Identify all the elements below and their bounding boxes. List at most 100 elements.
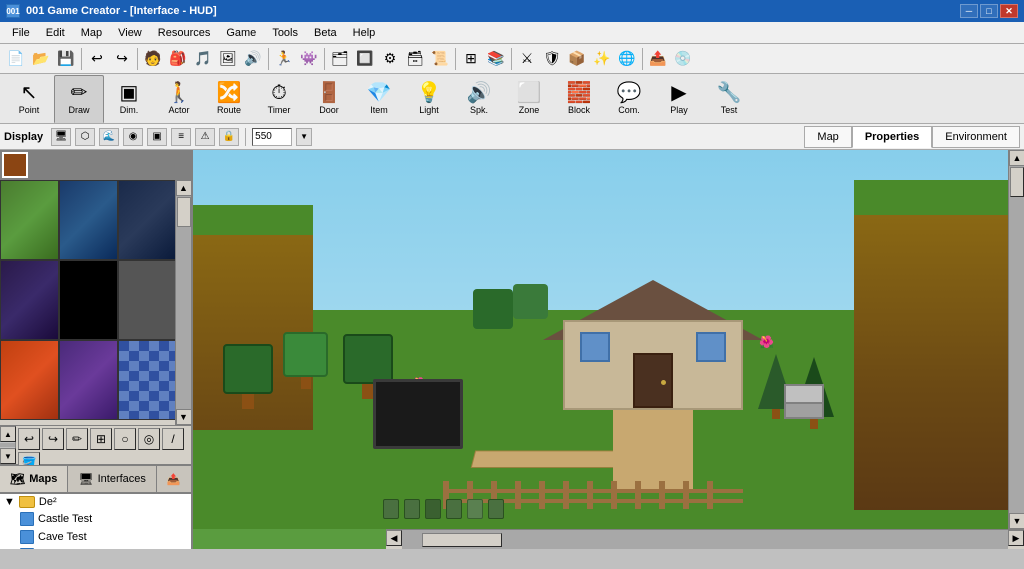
circle-btn[interactable]: ○: [114, 428, 136, 450]
menu-game[interactable]: Game: [218, 25, 264, 41]
tb-music[interactable]: 🎵: [191, 47, 215, 71]
menu-help[interactable]: Help: [345, 25, 384, 41]
display-lock[interactable]: 🔒: [219, 128, 239, 146]
tile-cell[interactable]: [0, 340, 59, 420]
select-btn[interactable]: ⊞: [90, 428, 112, 450]
tb-hero[interactable]: 🏃: [272, 47, 296, 71]
zoom-input[interactable]: [252, 128, 292, 146]
tile-cell[interactable]: [118, 340, 177, 420]
tool-route[interactable]: 🔀 Route: [204, 75, 254, 123]
minimize-button[interactable]: ─: [960, 4, 978, 18]
left-scroll-up[interactable]: ▲: [0, 426, 16, 442]
tile-scroll-down[interactable]: ▼: [176, 409, 192, 425]
tool-draw[interactable]: ✏ Draw: [54, 75, 104, 123]
tree-folder-root[interactable]: ▼ De²: [0, 494, 191, 510]
menu-edit[interactable]: Edit: [38, 25, 73, 41]
menu-file[interactable]: File: [4, 25, 38, 41]
display-btn2[interactable]: ⬡: [75, 128, 95, 146]
tool-play[interactable]: ▶ Play: [654, 75, 704, 123]
vscroll-thumb[interactable]: [1010, 167, 1024, 197]
tb-export[interactable]: 📤: [646, 47, 670, 71]
tb-globe[interactable]: 🌐: [615, 47, 639, 71]
tool-point[interactable]: ↖ Point: [4, 75, 54, 123]
left-scroll-down[interactable]: ▼: [0, 448, 16, 464]
menu-resources[interactable]: Resources: [150, 25, 219, 41]
line-btn[interactable]: /: [162, 428, 184, 450]
vscroll-down[interactable]: ▼: [1009, 513, 1024, 529]
tile-cell[interactable]: [0, 180, 59, 260]
menu-beta[interactable]: Beta: [306, 25, 345, 41]
tile-cell[interactable]: [118, 260, 177, 340]
tile-cell[interactable]: [59, 260, 118, 340]
undo-draw-btn[interactable]: ↩: [18, 428, 40, 450]
tab-map[interactable]: Map: [804, 126, 851, 148]
tile-cell[interactable]: [0, 260, 59, 340]
tool-actor[interactable]: 🚶 Actor: [154, 75, 204, 123]
menu-tools[interactable]: Tools: [264, 25, 306, 41]
tile-cell[interactable]: [59, 180, 118, 260]
tb-undo[interactable]: ↩: [85, 47, 109, 71]
tb-chest[interactable]: 📦: [565, 47, 589, 71]
tb-save[interactable]: 💾: [54, 47, 78, 71]
tool-test[interactable]: 🔧 Test: [704, 75, 754, 123]
tool-timer[interactable]: ⏱ Timer: [254, 75, 304, 123]
tool-light[interactable]: 💡 Light: [404, 75, 454, 123]
display-btn6[interactable]: ≡: [171, 128, 191, 146]
tool-door[interactable]: 🚪 Door: [304, 75, 354, 123]
tb-script[interactable]: 📜: [428, 47, 452, 71]
tool-spk[interactable]: 🔊 Spk.: [454, 75, 504, 123]
tile-scroll-thumb[interactable]: [177, 197, 191, 227]
tile-scroll-up[interactable]: ▲: [176, 180, 192, 196]
tab-interfaces[interactable]: 🖥 Interfaces: [68, 466, 157, 492]
hscroll-left[interactable]: ◀: [386, 530, 402, 546]
tb-open[interactable]: 📂: [29, 47, 53, 71]
display-btn5[interactable]: ▣: [147, 128, 167, 146]
tb-magic[interactable]: ✨: [590, 47, 614, 71]
pencil-btn[interactable]: ✏: [66, 428, 88, 450]
tb-actor[interactable]: 🧑: [141, 47, 165, 71]
redo-draw-btn[interactable]: ↪: [42, 428, 64, 450]
tool-zone[interactable]: ⬜ Zone: [504, 75, 554, 123]
tool-block[interactable]: 🧱 Block: [554, 75, 604, 123]
tile-cell[interactable]: [59, 340, 118, 420]
tb-shield[interactable]: 🛡: [540, 47, 564, 71]
tree-item-castle[interactable]: Castle Test: [0, 510, 191, 528]
tb-tileset[interactable]: 🔲: [353, 47, 377, 71]
tb-grid[interactable]: ⊞: [459, 47, 483, 71]
display-btn1[interactable]: 🖥: [51, 128, 71, 146]
tab-environment[interactable]: Environment: [932, 126, 1020, 148]
tool-item[interactable]: 💎 Item: [354, 75, 404, 123]
maximize-button[interactable]: □: [980, 4, 998, 18]
tb-item[interactable]: 🎒: [166, 47, 190, 71]
vscroll-up[interactable]: ▲: [1009, 150, 1024, 166]
tb-image[interactable]: 🖼: [216, 47, 240, 71]
tb-layers[interactable]: 📚: [484, 47, 508, 71]
display-btn4[interactable]: ◉: [123, 128, 143, 146]
tile-cell[interactable]: [118, 180, 177, 260]
tab-properties[interactable]: Properties: [852, 126, 932, 148]
tab-maps[interactable]: 🗺 Maps: [0, 466, 68, 492]
tb-sound[interactable]: 🔊: [241, 47, 265, 71]
tb-settings[interactable]: ⚙: [378, 47, 402, 71]
display-btn3[interactable]: 🌊: [99, 128, 119, 146]
tb-new[interactable]: 📄: [4, 47, 28, 71]
tb-database[interactable]: 🗃: [403, 47, 427, 71]
tb-publish[interactable]: 💿: [671, 47, 695, 71]
tool-dim[interactable]: ▣ Dim.: [104, 75, 154, 123]
close-button[interactable]: ✕: [1000, 4, 1018, 18]
hscroll-thumb[interactable]: [422, 533, 502, 547]
tool-com[interactable]: 💬 Com.: [604, 75, 654, 123]
selected-tile[interactable]: [2, 152, 28, 178]
tree-item-lava[interactable]: Lava Cave Test: [0, 546, 191, 549]
tree-item-cave[interactable]: Cave Test: [0, 528, 191, 546]
menu-map[interactable]: Map: [73, 25, 110, 41]
tb-enemy[interactable]: 👾: [297, 47, 321, 71]
tb-sword[interactable]: ⚔: [515, 47, 539, 71]
menu-view[interactable]: View: [110, 25, 150, 41]
tab-export[interactable]: 📤: [157, 466, 192, 492]
zoom-dropdown[interactable]: ▼: [296, 128, 312, 146]
tb-redo[interactable]: ↪: [110, 47, 134, 71]
display-btn7[interactable]: ⚠: [195, 128, 215, 146]
hscroll-right[interactable]: ▶: [1008, 530, 1024, 546]
circle2-btn[interactable]: ◎: [138, 428, 160, 450]
